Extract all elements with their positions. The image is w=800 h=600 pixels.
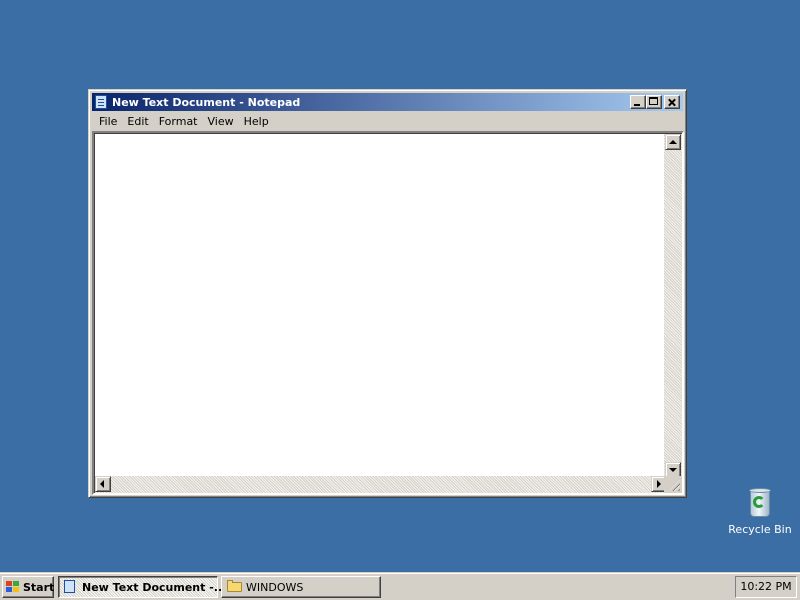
taskbar: Start New Text Document -... WINDOWS 10:… [0, 572, 800, 600]
arrow-down-icon [669, 468, 677, 472]
minimize-button[interactable] [630, 95, 646, 109]
taskbar-button-windows[interactable]: WINDOWS [221, 576, 381, 598]
arrow-right-icon [657, 480, 661, 488]
desktop-icon-label: Recycle Bin [728, 523, 792, 536]
recycle-bin-icon [746, 487, 774, 519]
text-editor[interactable] [95, 134, 667, 478]
menu-help[interactable]: Help [239, 112, 274, 131]
window-title: New Text Document - Notepad [112, 96, 301, 109]
system-tray: 10:22 PM [735, 576, 797, 598]
text-editor-frame [92, 131, 684, 495]
arrow-up-icon [669, 140, 677, 144]
menu-bar: File Edit Format View Help [92, 112, 683, 131]
menu-format[interactable]: Format [154, 112, 203, 131]
start-button[interactable]: Start [2, 576, 54, 598]
folder-icon [227, 580, 242, 592]
menu-view[interactable]: View [203, 112, 239, 131]
taskbar-button-label: New Text Document -... [82, 581, 227, 594]
scroll-up-button[interactable] [665, 134, 681, 150]
vertical-scrollbar[interactable] [664, 134, 682, 478]
windows-logo-icon [6, 581, 20, 593]
desktop-icon-recycle-bin[interactable]: Recycle Bin [724, 487, 796, 536]
notepad-icon[interactable] [95, 95, 107, 109]
resize-grip[interactable] [664, 476, 682, 493]
close-button[interactable] [664, 95, 680, 109]
menu-file[interactable]: File [94, 112, 122, 131]
clock[interactable]: 10:22 PM [740, 580, 791, 593]
taskbar-button-notepad[interactable]: New Text Document -... [58, 576, 226, 598]
taskbar-button-label: WINDOWS [246, 581, 304, 594]
start-label: Start [23, 581, 55, 594]
maximize-button[interactable] [646, 95, 662, 109]
scroll-left-button[interactable] [95, 476, 111, 492]
title-bar[interactable]: New Text Document - Notepad [92, 93, 683, 111]
arrow-left-icon [100, 480, 104, 488]
menu-edit[interactable]: Edit [122, 112, 153, 131]
notepad-icon [64, 580, 75, 593]
notepad-window[interactable]: New Text Document - Notepad File Edit Form… [88, 89, 687, 498]
horizontal-scrollbar[interactable] [95, 476, 667, 493]
